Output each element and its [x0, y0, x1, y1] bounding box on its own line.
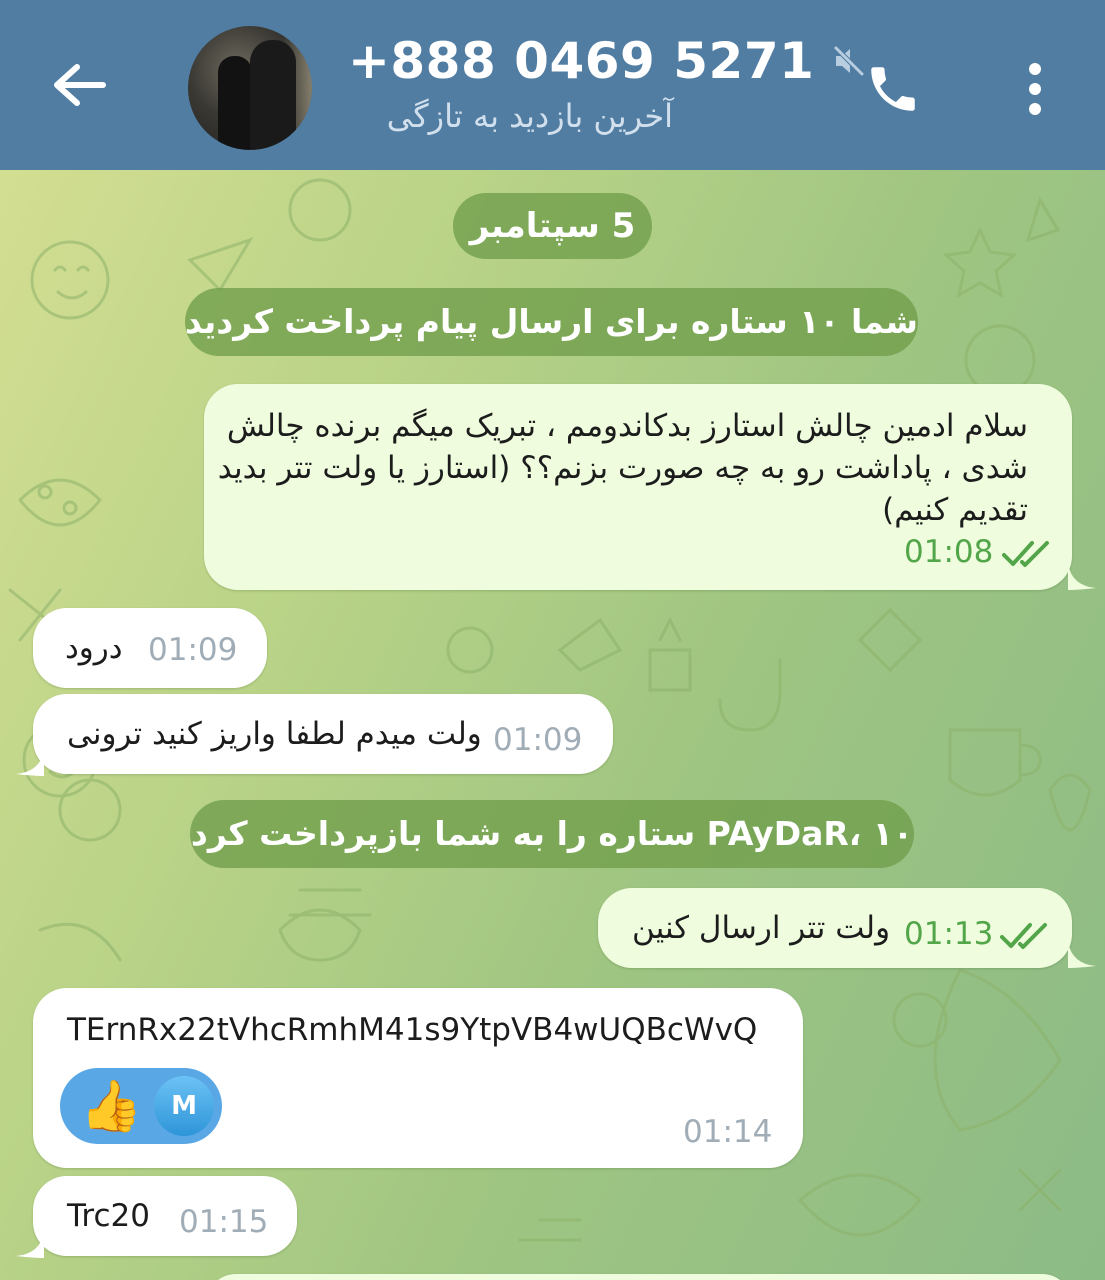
message-text: Trc20: [67, 1198, 150, 1234]
chat-area[interactable]: 5 سپتامبر شما ۱۰ ستاره برای ارسال پیام پ…: [0, 170, 1105, 1280]
message-text: ولت میدم لطفا واریز کنید ترونی: [67, 716, 482, 752]
message-time: 01:09: [493, 722, 583, 758]
message-time: 01:09: [148, 632, 238, 668]
message-time: 01:14: [683, 1114, 773, 1150]
message-time: 01:13: [904, 916, 994, 952]
message-text: TErnRx22tVhcRmhM41s9YtpVB4wUQBcWvQ: [67, 1012, 758, 1048]
message-text-line: سلام ادمین چالش استارز بدکاندومم ، تبریک…: [226, 408, 1028, 444]
read-checkmarks-icon: [1002, 541, 1049, 567]
chat-header: +888 0469 5271 آخرین بازدید به تازگی: [0, 0, 1105, 170]
message-text-line: تقدیم کنیم): [882, 492, 1028, 528]
message-text: درود: [65, 630, 123, 666]
bubble-tail: [16, 1232, 44, 1258]
arrow-left-icon: [54, 64, 106, 106]
incoming-message[interactable]: درود 01:09: [33, 608, 267, 688]
message-time: 01:15: [179, 1204, 269, 1240]
reaction-chip[interactable]: 👍 M: [60, 1068, 222, 1144]
back-button[interactable]: [40, 45, 120, 125]
incoming-message[interactable]: ولت میدم لطفا واریز کنید ترونی 01:09: [33, 694, 613, 774]
service-message-refund: PAyDaR، ۱۰ ستاره را به شما بازپرداخت کرد: [190, 800, 914, 868]
more-vertical-icon: [1029, 63, 1041, 115]
avatar[interactable]: [188, 26, 312, 150]
more-options-button[interactable]: [1010, 54, 1060, 124]
thumbs-up-icon: 👍: [80, 1077, 143, 1135]
bubble-tail: [1068, 564, 1096, 590]
read-checkmarks-icon: [1000, 923, 1047, 949]
chat-title: +888 0469 5271: [348, 32, 815, 90]
outgoing-message-partial[interactable]: [206, 1274, 1072, 1280]
outgoing-message[interactable]: ولت تتر ارسال کنین 01:13: [598, 888, 1072, 968]
bubble-tail: [1068, 942, 1096, 968]
chat-title-row[interactable]: +888 0469 5271: [348, 30, 866, 92]
incoming-message[interactable]: Trc20 01:15: [33, 1176, 297, 1256]
message-text-line: شدی ، پاداشت رو به چه صورت بزنم؟؟ (استار…: [217, 450, 1028, 486]
phone-icon: [871, 67, 915, 111]
call-button[interactable]: [858, 54, 928, 124]
last-seen-status: آخرین بازدید به تازگی: [386, 97, 673, 135]
bubble-tail: [16, 750, 44, 776]
date-separator: 5 سپتامبر: [453, 193, 652, 259]
reactor-avatar: M: [154, 1076, 214, 1136]
outgoing-message[interactable]: سلام ادمین چالش استارز بدکاندومم ، تبریک…: [204, 384, 1072, 590]
service-message-paid: شما ۱۰ ستاره برای ارسال پیام پرداخت کردی…: [185, 288, 918, 356]
message-text: ولت تتر ارسال کنین: [632, 910, 891, 946]
message-time: 01:08: [904, 534, 994, 570]
